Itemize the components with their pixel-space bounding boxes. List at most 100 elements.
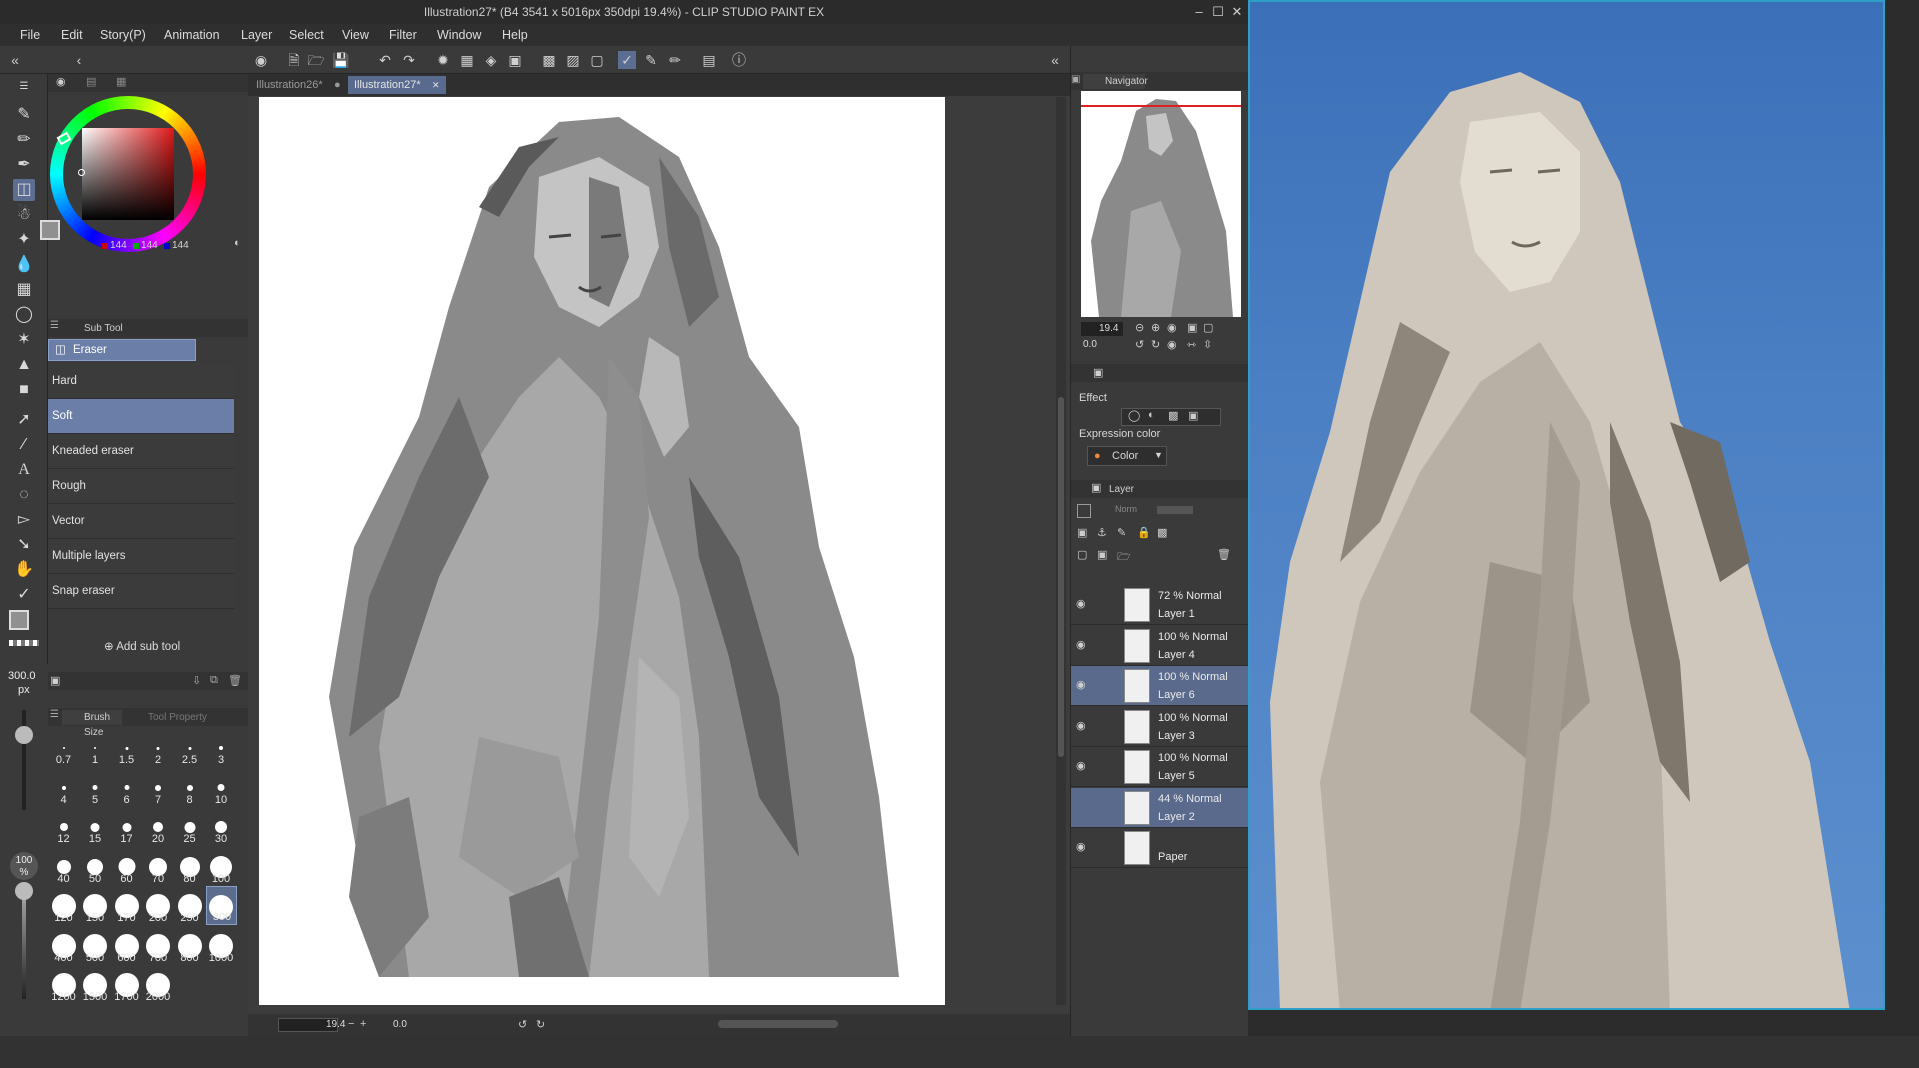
clip-studio-icon[interactable]: ◉ bbox=[252, 51, 270, 69]
opacity-slider[interactable] bbox=[1157, 506, 1193, 514]
eraser-group-tab[interactable]: ◫ Eraser bbox=[48, 339, 196, 361]
eye-icon[interactable] bbox=[1076, 800, 1088, 812]
rotate-right-icon[interactable]: ↻ bbox=[536, 1018, 545, 1031]
subtool-tab[interactable]: Sub Tool bbox=[62, 321, 123, 336]
clip-layer-icon[interactable]: ▣ bbox=[1077, 526, 1087, 539]
subtool-hard[interactable]: Hard bbox=[48, 364, 234, 399]
color-set-tab-icon[interactable]: ▦ bbox=[116, 75, 126, 88]
brush-size-track[interactable] bbox=[22, 710, 26, 810]
brush-size-preset[interactable]: 25 bbox=[174, 807, 205, 846]
opacity-track[interactable] bbox=[22, 889, 26, 999]
wheel-main-color[interactable] bbox=[40, 220, 60, 240]
close-tab-icon[interactable]: ✕ bbox=[432, 76, 440, 94]
clip-studio-assets-icon[interactable]: ▤ bbox=[700, 51, 718, 69]
expression-color-select[interactable]: ● Color ▼ bbox=[1087, 446, 1167, 466]
auto-select-icon[interactable]: ✶ bbox=[13, 329, 35, 351]
brush-size-preset[interactable]: 10 bbox=[206, 768, 237, 807]
subtool-snap-eraser[interactable]: Snap eraser bbox=[48, 574, 234, 609]
open-file-icon[interactable]: 🗁 bbox=[307, 51, 325, 69]
brush-size-preset[interactable]: 4 bbox=[48, 768, 79, 807]
menu-window[interactable]: Window bbox=[437, 28, 481, 42]
subtool-rough[interactable]: Rough bbox=[48, 469, 234, 504]
blend-tool-icon[interactable]: 💧 bbox=[13, 254, 35, 276]
brush-size-preset[interactable]: 60 bbox=[111, 847, 142, 886]
tone-icon[interactable]: ▩ bbox=[1168, 409, 1178, 422]
subtool-vector[interactable]: Vector bbox=[48, 504, 234, 539]
subtool-soft[interactable]: Soft bbox=[48, 399, 234, 434]
color-picker-marker[interactable] bbox=[78, 169, 85, 176]
panel-menu-icon[interactable]: ☰ bbox=[13, 76, 35, 98]
brush-size-preset[interactable]: 50 bbox=[80, 847, 111, 886]
tool-settings-icon[interactable]: ▣ bbox=[50, 674, 60, 687]
rotate-right-icon[interactable]: ↻ bbox=[1151, 338, 1160, 351]
invert-selection-icon[interactable]: ▨ bbox=[564, 51, 582, 69]
new-raster-layer-icon[interactable]: ▢ bbox=[1077, 548, 1087, 561]
layer-color-icon[interactable]: ▣ bbox=[1188, 409, 1198, 422]
text-tool-icon[interactable]: A bbox=[13, 459, 35, 481]
pencil-tool-icon[interactable]: ✏ bbox=[13, 129, 35, 151]
new-file-icon[interactable]: 🗎 bbox=[285, 51, 303, 69]
balloon-tool-icon[interactable]: ◌ bbox=[13, 484, 35, 506]
brush-size-preset[interactable]: 1000 bbox=[206, 926, 237, 965]
figure-tool-icon[interactable]: ▦ bbox=[13, 279, 35, 301]
brush-size-preset[interactable]: 80 bbox=[174, 847, 205, 886]
brush-size-preset[interactable]: 120 bbox=[48, 886, 79, 925]
menu-edit[interactable]: Edit bbox=[61, 28, 83, 42]
delete-subtool-icon[interactable]: 🗑 bbox=[228, 674, 242, 687]
lock-icon[interactable]: 🔒 bbox=[1137, 526, 1151, 539]
menu-select[interactable]: Select bbox=[289, 28, 324, 42]
delete-layer-icon[interactable]: 🗑 bbox=[1217, 548, 1231, 561]
menu-file[interactable]: File bbox=[20, 28, 40, 42]
eraser-tool-icon[interactable]: ◫ bbox=[13, 179, 35, 201]
brush-size-preset[interactable]: 3 bbox=[206, 728, 237, 767]
navigator-preview[interactable] bbox=[1081, 91, 1241, 317]
layer-color-swatch[interactable] bbox=[1077, 504, 1091, 518]
menu-story[interactable]: Story(P) bbox=[100, 28, 146, 42]
brush-size-preset[interactable]: 1500 bbox=[80, 965, 111, 1004]
rotate-left-icon[interactable]: ↺ bbox=[1135, 338, 1144, 351]
add-subtool-button[interactable]: ⊕ Add sub tool bbox=[104, 639, 180, 653]
decoration-tool-icon[interactable]: ✦ bbox=[13, 229, 35, 251]
brush-size-preset[interactable]: 12 bbox=[48, 807, 79, 846]
flip-horizontal-icon[interactable]: ⇿ bbox=[1187, 338, 1196, 351]
brush-size-preset[interactable]: 1200 bbox=[48, 965, 79, 1004]
drawing-canvas[interactable] bbox=[259, 97, 945, 1005]
copy-subtool-icon[interactable]: ⧉ bbox=[210, 674, 218, 687]
airbrush-tool-icon[interactable]: ☃ bbox=[13, 204, 35, 226]
panel-menu-icon[interactable]: ☰ bbox=[50, 320, 59, 331]
brush-size-preset[interactable]: 17 bbox=[111, 807, 142, 846]
eye-icon[interactable]: ◉ bbox=[1076, 759, 1088, 772]
brush-size-preset[interactable]: 30 bbox=[206, 807, 237, 846]
help-icon[interactable]: ⓘ bbox=[730, 51, 748, 69]
tool-property-tab[interactable]: Tool Property bbox=[126, 710, 207, 725]
opacity-handle[interactable] bbox=[15, 882, 33, 900]
layer-row[interactable]: ◉ 100 % Normal Layer 6 bbox=[1071, 666, 1249, 706]
snap-special-ruler-icon[interactable]: ✎ bbox=[642, 51, 660, 69]
transparent-color-swatch[interactable] bbox=[9, 640, 39, 646]
new-vector-layer-icon[interactable]: ▣ bbox=[1097, 548, 1107, 561]
brush-size-preset[interactable]: 2.5 bbox=[174, 728, 205, 767]
collapse-left-icon[interactable]: « bbox=[6, 51, 24, 69]
border-effect-icon[interactable]: ◯ bbox=[1128, 409, 1140, 422]
close-tab-icon[interactable]: ● bbox=[334, 76, 341, 94]
redo-icon[interactable]: ↷ bbox=[400, 51, 418, 69]
reset-rotation-icon[interactable]: ◉ bbox=[1167, 338, 1177, 351]
save-preset-icon[interactable]: ⇩ bbox=[192, 674, 201, 687]
color-wheel-tab-icon[interactable]: ◉ bbox=[56, 75, 66, 88]
menu-view[interactable]: View bbox=[342, 28, 369, 42]
eye-icon[interactable]: ◉ bbox=[1076, 678, 1088, 691]
fill-tool-icon[interactable]: ▲ bbox=[13, 354, 35, 376]
saturation-value-square[interactable] bbox=[82, 128, 174, 220]
vertical-scroll-thumb[interactable] bbox=[1058, 397, 1064, 757]
pen-tool-icon[interactable]: ✎ bbox=[13, 104, 35, 126]
brush-size-preset[interactable]: 400 bbox=[48, 926, 79, 965]
zoom-in-icon[interactable]: ⊕ bbox=[1151, 321, 1160, 334]
chevron-left-icon[interactable]: ‹ bbox=[70, 51, 88, 69]
draft-layer-icon[interactable]: ✎ bbox=[1117, 526, 1126, 539]
flip-vertical-icon[interactable]: ⇳ bbox=[1203, 338, 1212, 351]
actual-size-icon[interactable]: ◉ bbox=[1167, 321, 1177, 334]
layer-row[interactable]: ◉ 72 % Normal Layer 1 bbox=[1071, 585, 1249, 625]
zoom-in-icon[interactable]: + bbox=[360, 1018, 366, 1030]
brush-size-preset[interactable]: 700 bbox=[143, 926, 174, 965]
layer-row[interactable]: 44 % Normal Layer 2 bbox=[1071, 787, 1249, 828]
